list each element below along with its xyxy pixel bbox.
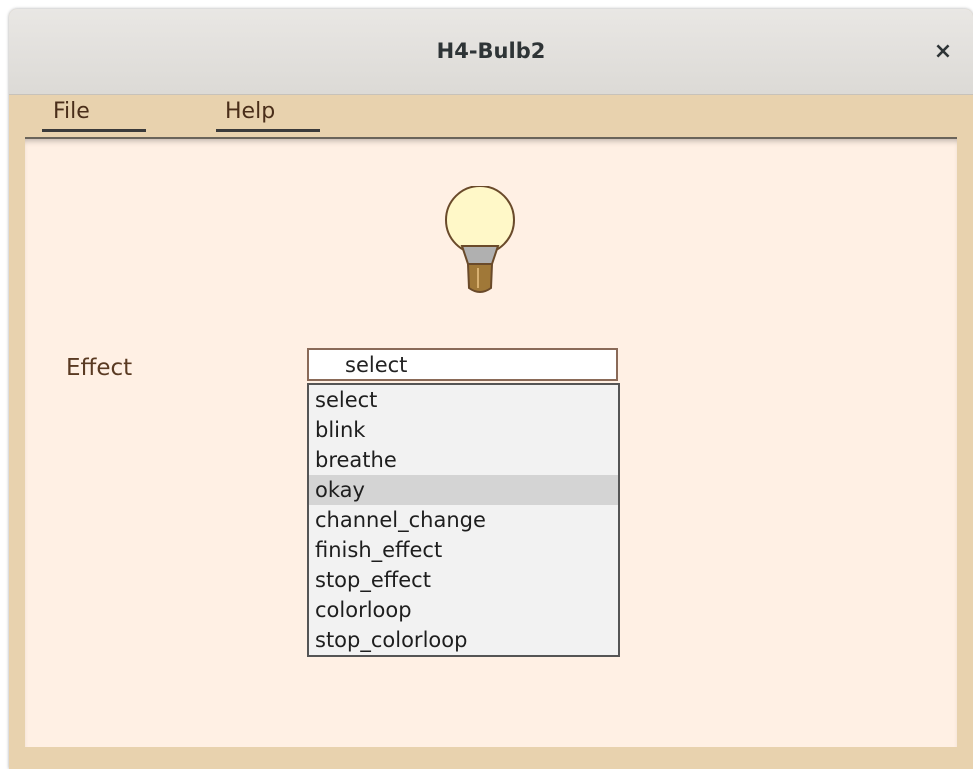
effect-dropdown-list: select blink breathe okay channel_change… (307, 383, 620, 657)
option-finish-effect[interactable]: finish_effect (309, 535, 618, 565)
menu-help-underline (216, 129, 320, 132)
light-bulb-icon (445, 186, 515, 293)
option-okay[interactable]: okay (309, 475, 618, 505)
effect-select[interactable]: select (307, 348, 618, 381)
window-title: H4-Bulb2 (436, 39, 546, 63)
menu-bar (9, 95, 973, 140)
effect-label: Effect (66, 355, 133, 381)
title-bar[interactable]: H4-Bulb2 × (9, 9, 973, 95)
option-channel-change[interactable]: channel_change (309, 505, 618, 535)
menu-file-underline (42, 129, 146, 132)
close-button[interactable]: × (929, 38, 957, 66)
option-select[interactable]: select (309, 385, 618, 415)
option-stop-colorloop[interactable]: stop_colorloop (309, 625, 618, 655)
menu-file[interactable]: File (53, 96, 90, 128)
menu-help[interactable]: Help (225, 96, 275, 128)
option-breathe[interactable]: breathe (309, 445, 618, 475)
option-blink[interactable]: blink (309, 415, 618, 445)
option-colorloop[interactable]: colorloop (309, 595, 618, 625)
option-stop-effect[interactable]: stop_effect (309, 565, 618, 595)
